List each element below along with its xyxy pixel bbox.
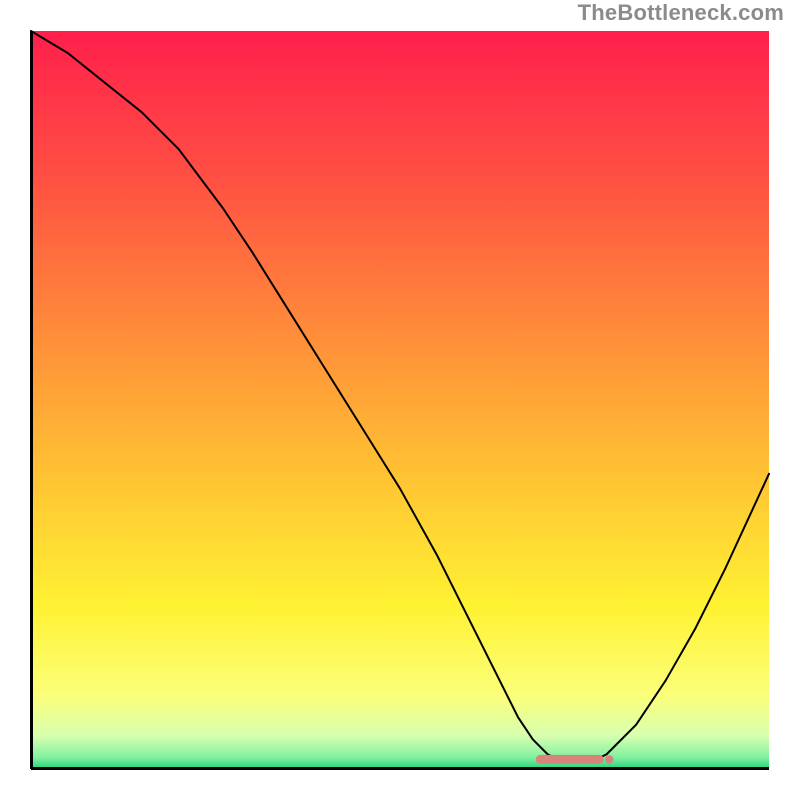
watermark-label: TheBottleneck.com: [578, 0, 784, 26]
bottleneck-chart: [30, 30, 770, 770]
optimal-range-marker-dot: [605, 755, 613, 763]
heatmap-background: [31, 31, 769, 769]
chart-container: [30, 30, 770, 770]
